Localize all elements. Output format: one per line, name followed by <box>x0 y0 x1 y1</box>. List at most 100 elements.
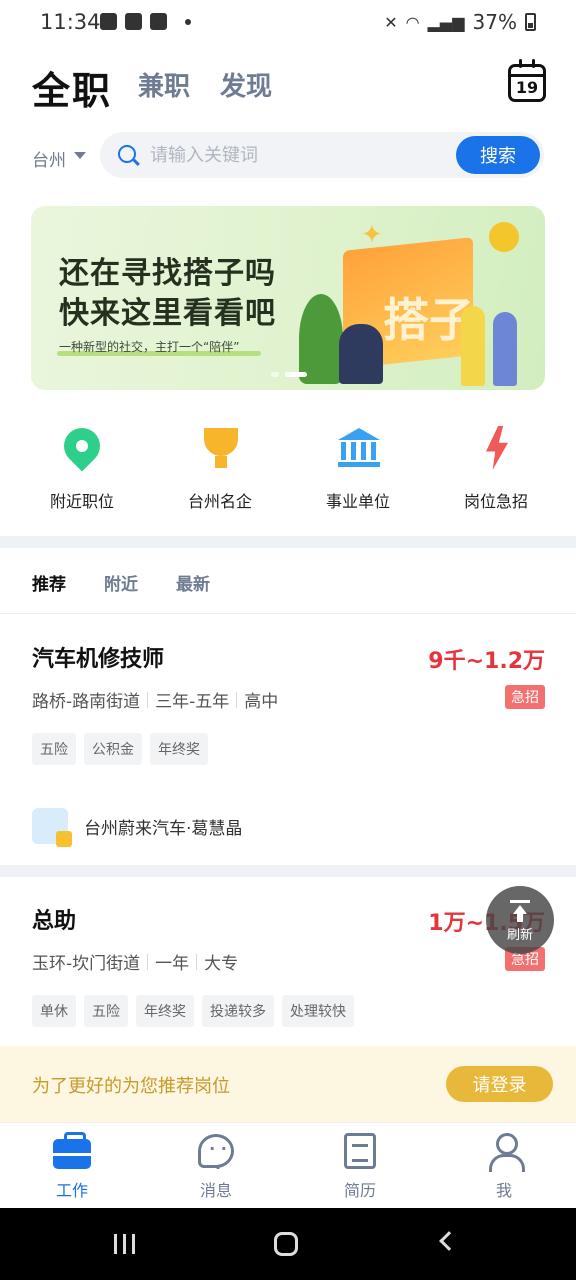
briefcase-icon <box>53 1132 91 1169</box>
person-standing-illustration <box>493 312 517 386</box>
meta-separator <box>236 691 238 708</box>
quick-entry-label: 附近职位 <box>49 492 114 511</box>
job-experience: 三年-五年 <box>155 692 230 712</box>
section-divider <box>0 536 576 548</box>
login-button[interactable]: 请登录 <box>446 1066 553 1102</box>
nav-label: 简历 <box>343 1181 376 1200</box>
job-tag: 五险 <box>84 995 128 1027</box>
job-title: 总助 <box>32 909 77 934</box>
quick-entry-public-institutions[interactable]: 事业单位 <box>289 420 427 520</box>
quick-entry-label: 台州名企 <box>187 492 252 511</box>
plant-illustration <box>299 294 343 384</box>
person-icon <box>485 1133 525 1172</box>
calendar-day: 19 <box>515 78 539 97</box>
chat-bubble-icon <box>197 1133 235 1177</box>
nav-resume[interactable]: 简历 <box>288 1123 432 1208</box>
caret-down-icon[interactable] <box>74 152 86 159</box>
nav-messages[interactable]: 消息 <box>144 1123 288 1208</box>
status-time: 11:34 <box>40 10 101 34</box>
nav-label: 工作 <box>55 1181 88 1200</box>
job-meta: 路桥-路南街道 三年-五年 高中 <box>32 687 278 712</box>
battery-icon <box>525 13 536 31</box>
meta-separator <box>147 691 149 708</box>
quick-entry-famous-companies[interactable]: 台州名企 <box>151 420 289 520</box>
meta-separator <box>196 953 198 970</box>
search-bar: 搜索 <box>100 132 544 178</box>
tab-recommended[interactable]: 推荐 <box>32 570 66 595</box>
quick-entry-label: 岗位急招 <box>463 492 528 511</box>
system-navigation-bar <box>0 1208 576 1280</box>
nav-work[interactable]: 工作 <box>0 1123 144 1208</box>
nav-label: 消息 <box>199 1181 232 1200</box>
tab-discover[interactable]: 发现 <box>220 66 272 103</box>
banner-pagination <box>271 372 307 377</box>
wifi-icon: ◠ <box>405 12 420 32</box>
signal-icon: ▂▄▆ <box>427 12 465 32</box>
city-selector[interactable]: 台州 <box>32 146 66 171</box>
tab-latest[interactable]: 最新 <box>176 570 210 595</box>
login-prompt-bar: 为了更好的为您推荐岗位 请登录 <box>0 1046 576 1122</box>
system-status: ✕ ◠ ▂▄▆ 37% <box>384 10 536 34</box>
banner-dot-active <box>285 372 307 377</box>
job-tag: 年终奖 <box>136 995 194 1027</box>
checkbox-notification-icon <box>150 13 167 30</box>
tab-nearby[interactable]: 附近 <box>104 570 138 595</box>
feed-tabs: 推荐 附近 最新 <box>0 548 576 614</box>
job-card[interactable]: 汽车机修技师 9千~1.2万 路桥-路南街道 三年-五年 高中 急招 五险 公积… <box>0 615 576 865</box>
job-tags: 五险 公积金 年终奖 <box>32 733 208 765</box>
job-salary: 9千~1.2万 <box>428 649 545 674</box>
refresh-button[interactable]: 刷新 <box>486 886 554 954</box>
bottom-navigation: 工作 消息 简历 我 <box>0 1122 576 1208</box>
quick-entry-label: 事业单位 <box>325 492 390 511</box>
scroll-to-top-icon <box>510 900 530 922</box>
promo-banner[interactable]: 还在寻找搭子吗 快来这里看看吧 一种新型的社交，主打一个“陪伴” 搭子 ✦ <box>31 206 545 390</box>
battery-percent: 37% <box>472 10 517 34</box>
job-meta: 玉环-坎门街道 一年 大专 <box>32 949 238 974</box>
login-prompt-text: 为了更好的为您推荐岗位 <box>32 1076 230 1097</box>
image-notification-icon <box>125 13 142 30</box>
back-icon[interactable] <box>439 1231 459 1251</box>
company-name: 台州蔚来汽车·葛慧晶 <box>84 818 243 839</box>
search-button[interactable]: 搜索 <box>456 136 540 174</box>
job-tag: 公积金 <box>84 733 142 765</box>
tab-parttime[interactable]: 兼职 <box>138 66 190 103</box>
job-location: 玉环-坎门街道 <box>32 954 141 974</box>
banner-headline-1: 还在寻找搭子吗 <box>59 256 276 291</box>
meta-separator <box>147 953 149 970</box>
top-navigation: 全职 兼职 发现 19 <box>0 56 576 116</box>
resume-icon <box>341 1133 379 1169</box>
location-pin-icon <box>56 420 108 472</box>
nav-me[interactable]: 我 <box>432 1123 576 1208</box>
job-location: 路桥-路南街道 <box>32 692 141 712</box>
job-education: 高中 <box>244 692 279 712</box>
company-info: 台州蔚来汽车·葛慧晶 <box>32 808 243 847</box>
government-building-icon <box>334 424 382 472</box>
urgent-badge: 急招 <box>505 685 545 709</box>
chat-notification-icon <box>100 13 117 30</box>
nav-label: 我 <box>495 1181 512 1200</box>
person-standing-illustration <box>461 306 485 386</box>
status-bar: 11:34 ✕ ◠ ▂▄▆ 37% <box>0 0 576 46</box>
section-divider <box>0 865 576 877</box>
tab-fulltime[interactable]: 全职 <box>32 60 112 115</box>
home-icon[interactable] <box>274 1232 298 1256</box>
job-tag: 单休 <box>32 995 76 1027</box>
quick-entry-nearby-jobs[interactable]: 附近职位 <box>13 420 151 520</box>
job-tag: 年终奖 <box>150 733 208 765</box>
company-logo-icon <box>32 808 72 847</box>
search-input[interactable] <box>150 140 450 170</box>
recent-apps-icon[interactable] <box>114 1234 136 1254</box>
search-icon <box>118 145 136 163</box>
refresh-label: 刷新 <box>506 928 533 943</box>
trophy-icon <box>196 424 244 472</box>
banner-subtitle: 一种新型的社交，主打一个“陪伴” <box>59 340 240 354</box>
lightning-icon <box>472 424 520 472</box>
quick-entry-urgent-hiring[interactable]: 岗位急招 <box>427 420 565 520</box>
calendar-icon[interactable]: 19 <box>508 59 546 102</box>
person-reading-illustration <box>339 324 383 384</box>
quick-entries: 附近职位 台州名企 事业单位 岗位急招 <box>0 420 576 520</box>
job-experience: 一年 <box>155 954 190 974</box>
emoji-eyes-icon <box>489 222 519 252</box>
job-tag: 处理较快 <box>282 995 354 1027</box>
job-education: 大专 <box>204 954 239 974</box>
